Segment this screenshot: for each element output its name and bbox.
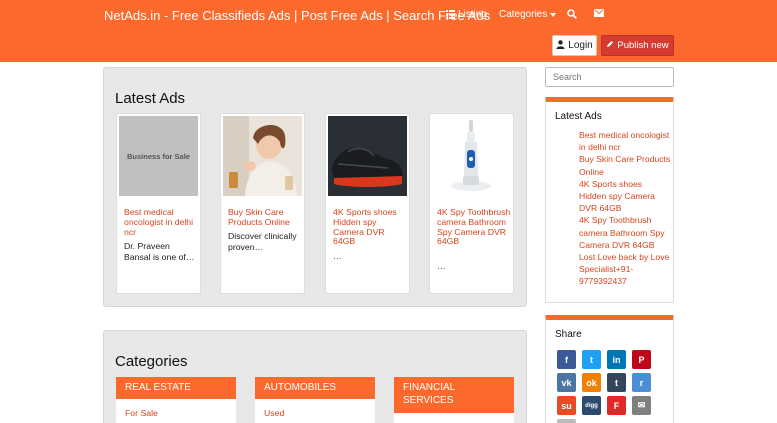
categories-heading: Categories <box>115 353 188 370</box>
category-box: FINANCIAL SERVICES <box>394 377 514 423</box>
ad-card[interactable]: 4K Spy Toothbrush camera Bathroom Spy Ca… <box>429 113 514 294</box>
ad-title[interactable]: Best medical oncologist in delhi ncr <box>124 207 198 237</box>
sidebar-latest-item[interactable]: Buy Skin Care Products Online <box>579 153 671 177</box>
sidebar-share: Share ftinPvkoktrsudiggF✉⎙ <box>545 315 674 423</box>
search-icon <box>567 9 577 19</box>
ad-description: … <box>333 251 342 261</box>
pencil-icon <box>606 40 614 51</box>
sidebar-latest-list: Best medical oncologist in delhi ncr Buy… <box>579 129 671 288</box>
sidebar-latest-item[interactable]: 4K Sports shoes Hidden spy Camera DVR 64… <box>579 178 671 215</box>
publish-label: Publish new <box>617 40 669 51</box>
ad-image[interactable] <box>432 116 511 196</box>
category-header[interactable]: REAL ESTATE <box>116 377 236 399</box>
woman-skincare-photo <box>223 116 302 196</box>
category-header[interactable]: AUTOMOBILES <box>255 377 375 399</box>
ad-title[interactable]: 4K Spy Toothbrush camera Bathroom Spy Ca… <box>437 207 511 247</box>
ad-card[interactable]: Buy Skin Care Products Online Discover c… <box>220 113 305 294</box>
linkedin-share-icon[interactable]: in <box>607 350 626 369</box>
nav-listing-label: Listing <box>458 9 487 20</box>
ad-description: … <box>437 261 446 271</box>
ad-image-caption: Business for Sale <box>127 151 190 161</box>
ad-card[interactable]: Business for Sale Best medical oncologis… <box>116 113 201 294</box>
toothbrush-photo <box>432 116 511 196</box>
email-share-icon[interactable]: ✉ <box>632 396 651 415</box>
login-label: Login <box>568 40 593 51</box>
pinterest-share-icon[interactable]: P <box>632 350 651 369</box>
publish-new-button[interactable]: Publish new <box>601 35 674 56</box>
sidebar-latest-item[interactable]: Best medical oncologist in delhi ncr <box>579 129 671 153</box>
category-box: AUTOMOBILES Used <box>255 377 375 423</box>
ad-description: Discover clinically proven… <box>228 231 297 252</box>
sports-shoe-photo <box>328 116 407 196</box>
sidebar-latest-item[interactable]: 4K Spy Toothbrush camera Bathroom Spy Ca… <box>579 214 671 251</box>
share-heading: Share <box>555 329 582 340</box>
category-header[interactable]: FINANCIAL SERVICES <box>394 377 514 413</box>
ad-title[interactable]: Buy Skin Care Products Online <box>228 207 302 228</box>
tumblr-share-icon[interactable]: t <box>607 373 626 392</box>
sidebar-search-input[interactable] <box>545 67 674 87</box>
twitter-share-icon[interactable]: t <box>582 350 601 369</box>
ad-title[interactable]: 4K Sports shoes Hidden spy Camera DVR 64… <box>333 207 407 247</box>
odnoklassniki-share-icon[interactable]: ok <box>582 373 601 392</box>
top-navbar: NetAds.in - Free Classifieds Ads | Post … <box>0 0 777 62</box>
ad-image[interactable] <box>223 116 302 196</box>
sidebar-latest-heading: Latest Ads <box>555 111 602 122</box>
caret-down-icon <box>550 12 557 17</box>
category-subitem[interactable]: Used <box>264 408 284 418</box>
print-share-icon[interactable]: ⎙ <box>557 419 576 423</box>
ad-image[interactable] <box>328 116 407 196</box>
ad-card[interactable]: 4K Sports shoes Hidden spy Camera DVR 64… <box>325 113 410 294</box>
envelope-icon <box>594 9 604 17</box>
ad-image[interactable]: Business for Sale <box>119 116 198 196</box>
user-icon <box>556 39 565 52</box>
nav-search-button[interactable] <box>567 9 577 19</box>
ad-description: Dr. Praveen Bansal is one of… <box>124 241 195 262</box>
sidebar-latest-item[interactable]: Lost Love back by Love Specialist+91-977… <box>579 251 671 288</box>
facebook-share-icon[interactable]: f <box>557 350 576 369</box>
category-box: REAL ESTATE For Sale <box>116 377 236 423</box>
nav-categories-dropdown[interactable]: Categories <box>499 9 557 20</box>
nav-categories-label: Categories <box>499 9 548 20</box>
login-button[interactable]: Login <box>552 35 597 56</box>
flipboard-share-icon[interactable]: F <box>607 396 626 415</box>
nav-contact-button[interactable] <box>594 9 604 17</box>
list-icon <box>446 10 455 19</box>
sidebar-latest-ads: Latest Ads Best medical oncologist in de… <box>545 97 674 303</box>
digg-share-icon[interactable]: digg <box>582 396 601 415</box>
vk-share-icon[interactable]: vk <box>557 373 576 392</box>
stumbleupon-share-icon[interactable]: su <box>557 396 576 415</box>
category-subitem[interactable]: For Sale <box>125 408 158 418</box>
nav-listing[interactable]: Listing <box>446 9 487 20</box>
latest-ads-heading: Latest Ads <box>115 90 186 107</box>
reddit-share-icon[interactable]: r <box>632 373 651 392</box>
site-brand[interactable]: NetAds.in - Free Classifieds Ads | Post … <box>104 8 490 23</box>
